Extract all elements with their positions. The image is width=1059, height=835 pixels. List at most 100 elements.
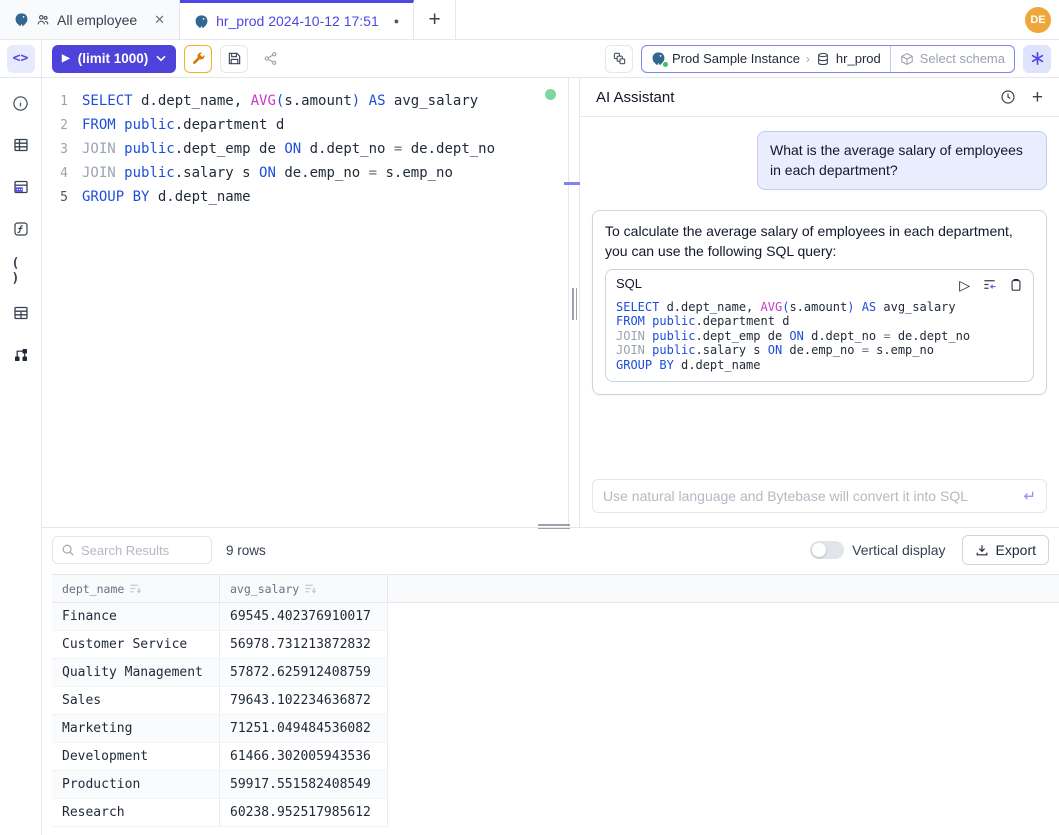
results-search-box [52,536,212,564]
table-cell[interactable]: Development [52,743,220,771]
content-area: ( ) 1SELECT d.dept_name, AVG(s.amount) A… [0,78,1059,835]
sort-icon [304,582,317,595]
close-icon[interactable]: ✕ [154,12,165,28]
table-row[interactable]: Sales79643.102234636872 [52,687,1059,715]
instance-status-dot [663,62,668,67]
results-panel: 9 rows Vertical display Export dept_name [42,527,1059,835]
panel-resize-divider[interactable] [568,78,580,527]
history-clock-icon[interactable] [1000,89,1016,105]
table-row[interactable]: Customer Service56978.731213872832 [52,631,1059,659]
column-header-dept-name[interactable]: dept_name [52,575,220,602]
ai-assistant-button[interactable] [1023,45,1051,73]
info-icon[interactable] [12,94,30,112]
sql-code-card: SQL ▷ SELECT d.dept_name, AVG(s.amount) … [605,269,1034,381]
results-search-input[interactable] [81,543,203,558]
row-filler [388,799,1059,827]
toolbar-right: Prod Sample Instance › hr_prod Select sc… [605,45,1051,73]
new-chat-plus-icon[interactable]: + [1032,88,1043,107]
table-cell[interactable]: Finance [52,603,220,631]
table-cell[interactable]: 56978.731213872832 [220,631,388,659]
database-icon [816,52,830,66]
search-icon [61,543,75,557]
ai-prompt-input[interactable] [603,488,1023,504]
export-button[interactable]: Export [962,535,1049,565]
table-cell[interactable]: Customer Service [52,631,220,659]
openai-icon [1030,51,1045,66]
format-sql-button[interactable] [184,45,212,73]
sort-icon [129,582,142,595]
procedures-icon[interactable]: ( ) [12,262,30,280]
sql-editor[interactable]: 1SELECT d.dept_name, AVG(s.amount) AS av… [42,78,568,527]
views-icon[interactable] [12,304,30,322]
horizontal-drag-grip-icon[interactable] [538,524,570,529]
schema-selector[interactable]: Select schema [890,46,1014,72]
line-number: 5 [42,190,82,205]
table-cell[interactable]: Research [52,799,220,827]
code-line: GROUP BY d.dept_name [616,358,1023,373]
upper-panes: 1SELECT d.dept_name, AVG(s.amount) AS av… [42,78,1059,527]
table-cell[interactable]: 69545.402376910017 [220,603,388,631]
table-row[interactable]: Production59917.551582408549 [52,771,1059,799]
table-row[interactable]: Development61466.302005943536 [52,743,1059,771]
drag-grip-icon [572,288,577,320]
line-number: 1 [42,94,82,109]
copy-icon[interactable] [1009,278,1023,292]
run-query-button[interactable]: ▶ (limit 1000) [52,45,176,73]
table-row[interactable]: Finance69545.402376910017 [52,603,1059,631]
row-filler [388,771,1059,799]
chevron-down-icon [156,55,166,62]
table-row[interactable]: Research60238.952517985612 [52,799,1059,827]
ai-input-row: ↵ [580,471,1059,527]
tab-all-employee[interactable]: All employee ✕ [0,0,180,39]
table-cell[interactable]: Production [52,771,220,799]
download-icon [975,543,989,557]
postgres-icon [194,14,209,29]
new-tab-button[interactable]: + [414,0,456,39]
functions-icon[interactable] [12,220,30,238]
users-icon [36,13,50,27]
save-button[interactable] [220,45,248,73]
table-cell[interactable]: Sales [52,687,220,715]
table-row[interactable]: Quality Management57872.625912408759 [52,659,1059,687]
code-line: 4JOIN public.salary s ON de.emp_no = s.e… [42,161,568,185]
insert-into-editor-icon[interactable] [982,277,997,292]
share-button[interactable] [256,45,284,73]
instance-database-selector[interactable]: Prod Sample Instance › hr_prod [642,46,890,72]
tab-hr-prod[interactable]: hr_prod 2024-10-12 17:51 ● [180,0,414,39]
results-toolbar: 9 rows Vertical display Export [42,528,1059,572]
table-cell[interactable]: Quality Management [52,659,220,687]
ai-assistant-panel: AI Assistant + What is the average salar… [580,78,1059,527]
table-cell[interactable]: 71251.049484536082 [220,715,388,743]
table-cell[interactable]: 79643.102234636872 [220,687,388,715]
row-filler [388,659,1059,687]
avatar[interactable]: DE [1025,7,1051,33]
row-filler [388,715,1059,743]
right-column: 1SELECT d.dept_name, AVG(s.amount) AS av… [42,78,1059,835]
unsaved-dot-icon: ● [394,16,399,26]
postgres-icon [651,51,666,66]
table-data-icon-active[interactable] [12,178,30,196]
table-cell[interactable]: 59917.551582408549 [220,771,388,799]
table-cell[interactable]: 57872.625912408759 [220,659,388,687]
code-line: 5GROUP BY d.dept_name [42,185,568,209]
sql-editor-app: All employee ✕ hr_prod 2024-10-12 17:51 … [0,0,1059,835]
ai-input-box: ↵ [592,479,1047,513]
row-filler [388,603,1059,631]
schema-diagram-icon[interactable] [12,346,30,364]
user-message-bubble: What is the average salary of employees … [757,131,1047,190]
enter-return-icon[interactable]: ↵ [1023,487,1036,505]
run-snippet-icon[interactable]: ▷ [959,278,970,292]
table-cell[interactable]: Marketing [52,715,220,743]
table-cell[interactable]: 61466.302005943536 [220,743,388,771]
table-cell[interactable]: 60238.952517985612 [220,799,388,827]
batch-query-button[interactable] [605,45,633,73]
header-filler [388,575,1059,602]
code-panel-toggle-button[interactable]: <> [7,45,35,73]
share-icon [263,51,278,66]
tables-icon[interactable] [12,136,30,154]
vertical-display-toggle[interactable] [810,541,844,559]
postgres-icon [14,12,29,27]
column-header-avg-salary[interactable]: avg_salary [220,575,388,602]
table-row[interactable]: Marketing71251.049484536082 [52,715,1059,743]
ai-panel-title: AI Assistant [596,89,674,106]
